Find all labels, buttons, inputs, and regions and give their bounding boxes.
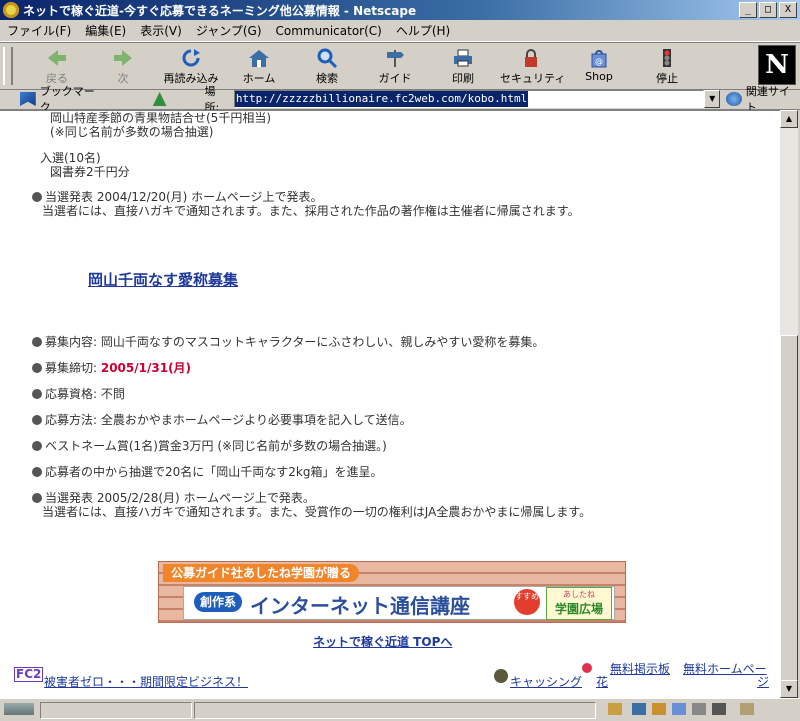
bullet-icon [32, 441, 42, 451]
back-arrow-icon [48, 50, 66, 66]
banner-badge: 創作系 [194, 592, 243, 612]
bullet-icon [32, 415, 42, 425]
guide-button[interactable]: ガイド [364, 46, 426, 86]
newsgroup-icon[interactable] [672, 703, 686, 715]
prev-notice: 当選者には、直接ハガキで通知されます。また、採用された作品の著作権は主催者に帰属… [42, 204, 580, 218]
svg-text:@: @ [595, 57, 603, 66]
maximize-button[interactable]: □ [759, 2, 777, 18]
toolbar-grip[interactable] [3, 47, 13, 85]
stop-button[interactable]: 停止 [636, 46, 698, 86]
bullet-icon [32, 389, 42, 399]
banner-tagline: 公募ガイド社あしたね学園が贈る [163, 564, 360, 582]
menu-go[interactable]: ジャンプ(G) [189, 22, 269, 39]
close-button[interactable]: X [779, 2, 797, 18]
stop-traffic-light-icon [663, 49, 671, 67]
banner-panel: 創作系 インターネット通信講座 すすめ あしたね 学園広場 [183, 586, 615, 620]
flower-link[interactable]: 花 [596, 673, 608, 690]
page-proxy-icon[interactable] [152, 92, 167, 106]
print-button[interactable]: 印刷 [432, 46, 494, 86]
home-button[interactable]: ホーム [228, 46, 290, 86]
menu-edit[interactable]: 編集(E) [78, 22, 133, 39]
shop-bag-icon: @ [591, 50, 607, 68]
forward-button[interactable]: 次 [92, 46, 154, 86]
list-item: 応募者の中から抽選で20名に「岡山千両なす2kg箱」を進呈。 [32, 463, 382, 480]
forward-arrow-icon [114, 50, 132, 66]
banner-title: インターネット通信講座 [250, 594, 470, 618]
menu-bar: ファイル(F) 編集(E) 表示(V) ジャンプ(G) Communicator… [0, 20, 800, 42]
free-homepage-link[interactable]: 無料ホームペー [683, 660, 767, 677]
reload-icon [182, 49, 200, 67]
scroll-thumb[interactable] [780, 335, 798, 683]
guide-signpost-icon [387, 50, 404, 67]
fc2-logo[interactable]: FC2 [14, 667, 44, 682]
connection-icon [4, 703, 34, 715]
url-dropdown-button[interactable]: ▼ [704, 90, 721, 108]
vertical-scrollbar[interactable]: ▲ ▼ [780, 110, 798, 698]
list-item: ベストネーム賞(1名)賞金3万円 (※同じ名前が多数の場合抽選。) [32, 437, 387, 454]
search-button[interactable]: 検索 [296, 46, 358, 86]
title-bar: ネットで稼ぐ近道-今すぐ応募できるネーミング他公募情報 - Netscape _… [0, 0, 800, 20]
navigator-icon[interactable] [632, 703, 646, 715]
composer-icon[interactable] [712, 703, 726, 715]
lock-icon [525, 49, 537, 67]
list-item: 応募方法: 全農おかやまホームページより必要事項を記入して送信。 [32, 411, 412, 428]
window-title: ネットで稼ぐ近道-今すぐ応募できるネーミング他公募情報 - Netscape [23, 3, 417, 18]
bullet-icon [32, 467, 42, 477]
address-book-icon[interactable] [692, 703, 706, 715]
progress-area [40, 702, 192, 719]
list-item: 応募資格: 不問 [32, 385, 125, 402]
printer-icon [454, 49, 472, 67]
list-item: 募集内容: 岡山千両なすのマスコットキャラクターにふさわしい、親しみやすい愛称を… [32, 333, 544, 350]
bullet-icon [32, 337, 42, 347]
course-ad-banner[interactable]: 公募ガイド社あしたね学園が贈る 創作系 インターネット通信講座 すすめ あしたね… [158, 561, 626, 623]
prev-prize-line2: (※同じ名前が多数の場合抽選) [50, 125, 214, 139]
section-heading-link[interactable]: 岡山千両なす愛称募集 [88, 269, 238, 290]
url-text: http://zzzzzbillionaire.fc2web.com/kobo.… [234, 91, 529, 107]
page-content[interactable]: 岡山特産季節の青果物詰合せ(5千円相当) (※同じ名前が多数の場合抽選) 入選(… [0, 110, 780, 699]
flower-icon [582, 663, 592, 673]
nyusen-prize: 図書券2千円分 [50, 165, 130, 179]
list-item: 募集締切: 2005/1/31(月) [32, 359, 191, 376]
menu-communicator[interactable]: Communicator(C) [269, 24, 389, 38]
deadline-date: 2005/1/31(月) [100, 361, 192, 375]
banner-school-logo: あしたね 学園広場 [546, 587, 612, 620]
edit-icon[interactable] [740, 703, 754, 715]
list-item-notice: 当選者には、直接ハガキで通知されます。また、受賞作の一切の権利はJA全農おかやま… [42, 505, 592, 519]
navigation-toolbar: 戻る 次 再読み込み ホーム 検索 ガイド 印刷 セキュリティ @ Shop 停… [0, 42, 800, 90]
location-toolbar: ブックマーク 場所: http://zzzzzbillionaire.fc2we… [0, 85, 800, 114]
banner-recommend-badge: すすめ [514, 589, 540, 615]
menu-help[interactable]: ヘルプ(H) [389, 22, 457, 39]
free-homepage-link-cont[interactable]: ジ [757, 673, 769, 690]
bullet-icon [32, 363, 42, 373]
scroll-down-button[interactable]: ▼ [780, 680, 798, 698]
netscape-app-icon[interactable] [3, 2, 19, 18]
security-lock-icon[interactable] [608, 703, 622, 715]
shop-button[interactable]: @ Shop [568, 46, 630, 86]
url-input[interactable]: http://zzzzzbillionaire.fc2web.com/kobo.… [233, 90, 705, 108]
top-page-link[interactable]: ネットで稼ぐ近道 TOPへ [313, 633, 452, 650]
bullet-icon [32, 192, 42, 202]
status-text-area [194, 702, 596, 719]
netscape-logo[interactable]: N [758, 45, 796, 85]
home-icon [249, 50, 269, 67]
money-bag-icon [494, 669, 508, 683]
scroll-up-button[interactable]: ▲ [780, 110, 798, 128]
menu-view[interactable]: 表示(V) [133, 22, 189, 39]
status-bar [0, 698, 800, 721]
back-button[interactable]: 戻る [26, 46, 88, 86]
bookmark-icon[interactable] [20, 92, 36, 106]
mail-icon[interactable] [652, 703, 666, 715]
caching-link[interactable]: キャッシング [510, 673, 582, 690]
minimize-button[interactable]: _ [739, 2, 757, 18]
search-icon [317, 48, 338, 68]
menu-file[interactable]: ファイル(F) [0, 22, 78, 39]
ad-link[interactable]: 被害者ゼロ・・・期間限定ビジネス！ [44, 673, 248, 690]
security-button[interactable]: セキュリティ [500, 46, 565, 86]
reload-button[interactable]: 再読み込み [160, 46, 222, 86]
bullet-icon [32, 493, 42, 503]
related-sites-icon[interactable] [726, 92, 742, 106]
free-board-link[interactable]: 無料掲示板 [610, 660, 670, 677]
